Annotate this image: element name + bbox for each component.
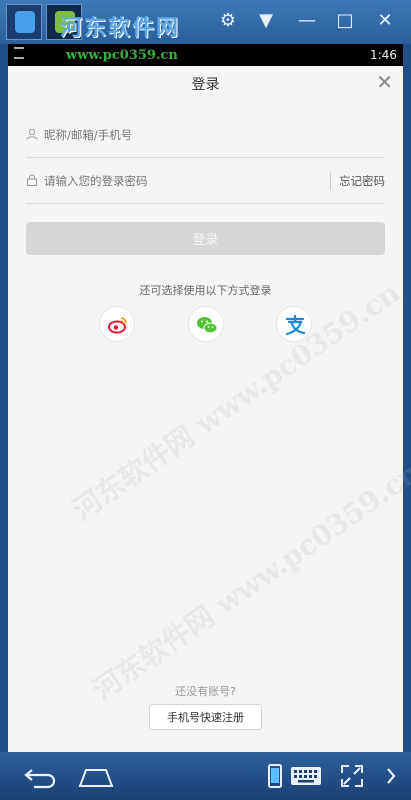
home-icon[interactable] xyxy=(76,762,116,790)
android-navigation-bar xyxy=(0,752,411,800)
emulator-settings-icon[interactable]: ⚙ xyxy=(217,10,239,32)
rotate-screen-icon[interactable] xyxy=(266,762,284,790)
weibo-icon xyxy=(108,317,127,334)
page-title: 登录 xyxy=(191,77,220,93)
chevron-right-icon[interactable] xyxy=(384,762,398,790)
fullscreen-icon[interactable] xyxy=(338,762,366,790)
emulator-titlebar: 河东软件网 ⚙ ▼ — □ ✕ xyxy=(0,0,411,44)
lock-icon xyxy=(27,174,37,186)
brand-watermark-url: www.pc0359.cn xyxy=(66,48,178,63)
password-field: 忘记密码 xyxy=(26,158,385,204)
wechat-icon xyxy=(197,317,218,334)
dropdown-icon[interactable]: ▼ xyxy=(255,10,277,32)
back-icon[interactable] xyxy=(20,762,60,790)
minimize-icon[interactable]: — xyxy=(296,10,318,32)
keyboard-icon[interactable] xyxy=(290,762,322,790)
login-screen: 登录 ✕ 忘记密码 登录 还可选择使用以下方式登录 xyxy=(8,66,403,752)
brand-watermark-logo: 河东软件网 xyxy=(60,15,181,41)
emulator-tab-home[interactable] xyxy=(6,4,42,40)
status-time: 1:46 xyxy=(370,48,397,62)
maximize-icon[interactable]: □ xyxy=(334,10,356,32)
alternative-login-text: 还可选择使用以下方式登录 xyxy=(139,284,272,297)
username-field xyxy=(26,112,385,158)
wechat-login-button[interactable] xyxy=(188,306,224,342)
notification-icon xyxy=(14,47,24,59)
username-input[interactable] xyxy=(44,122,304,148)
window-close-icon[interactable]: ✕ xyxy=(374,10,396,32)
home-app-icon xyxy=(15,11,35,33)
password-input[interactable] xyxy=(44,168,304,194)
phone-register-button[interactable]: 手机号快速注册 xyxy=(149,704,262,730)
alipay-icon xyxy=(285,314,306,336)
weibo-login-button[interactable] xyxy=(99,306,135,342)
close-icon[interactable]: ✕ xyxy=(376,70,393,94)
no-account-text: 还没有账号? xyxy=(175,685,236,698)
login-button[interactable]: 登录 xyxy=(26,222,385,255)
alipay-login-button[interactable] xyxy=(276,306,312,342)
user-icon xyxy=(26,128,38,140)
forgot-password-link[interactable]: 忘记密码 xyxy=(330,172,385,190)
